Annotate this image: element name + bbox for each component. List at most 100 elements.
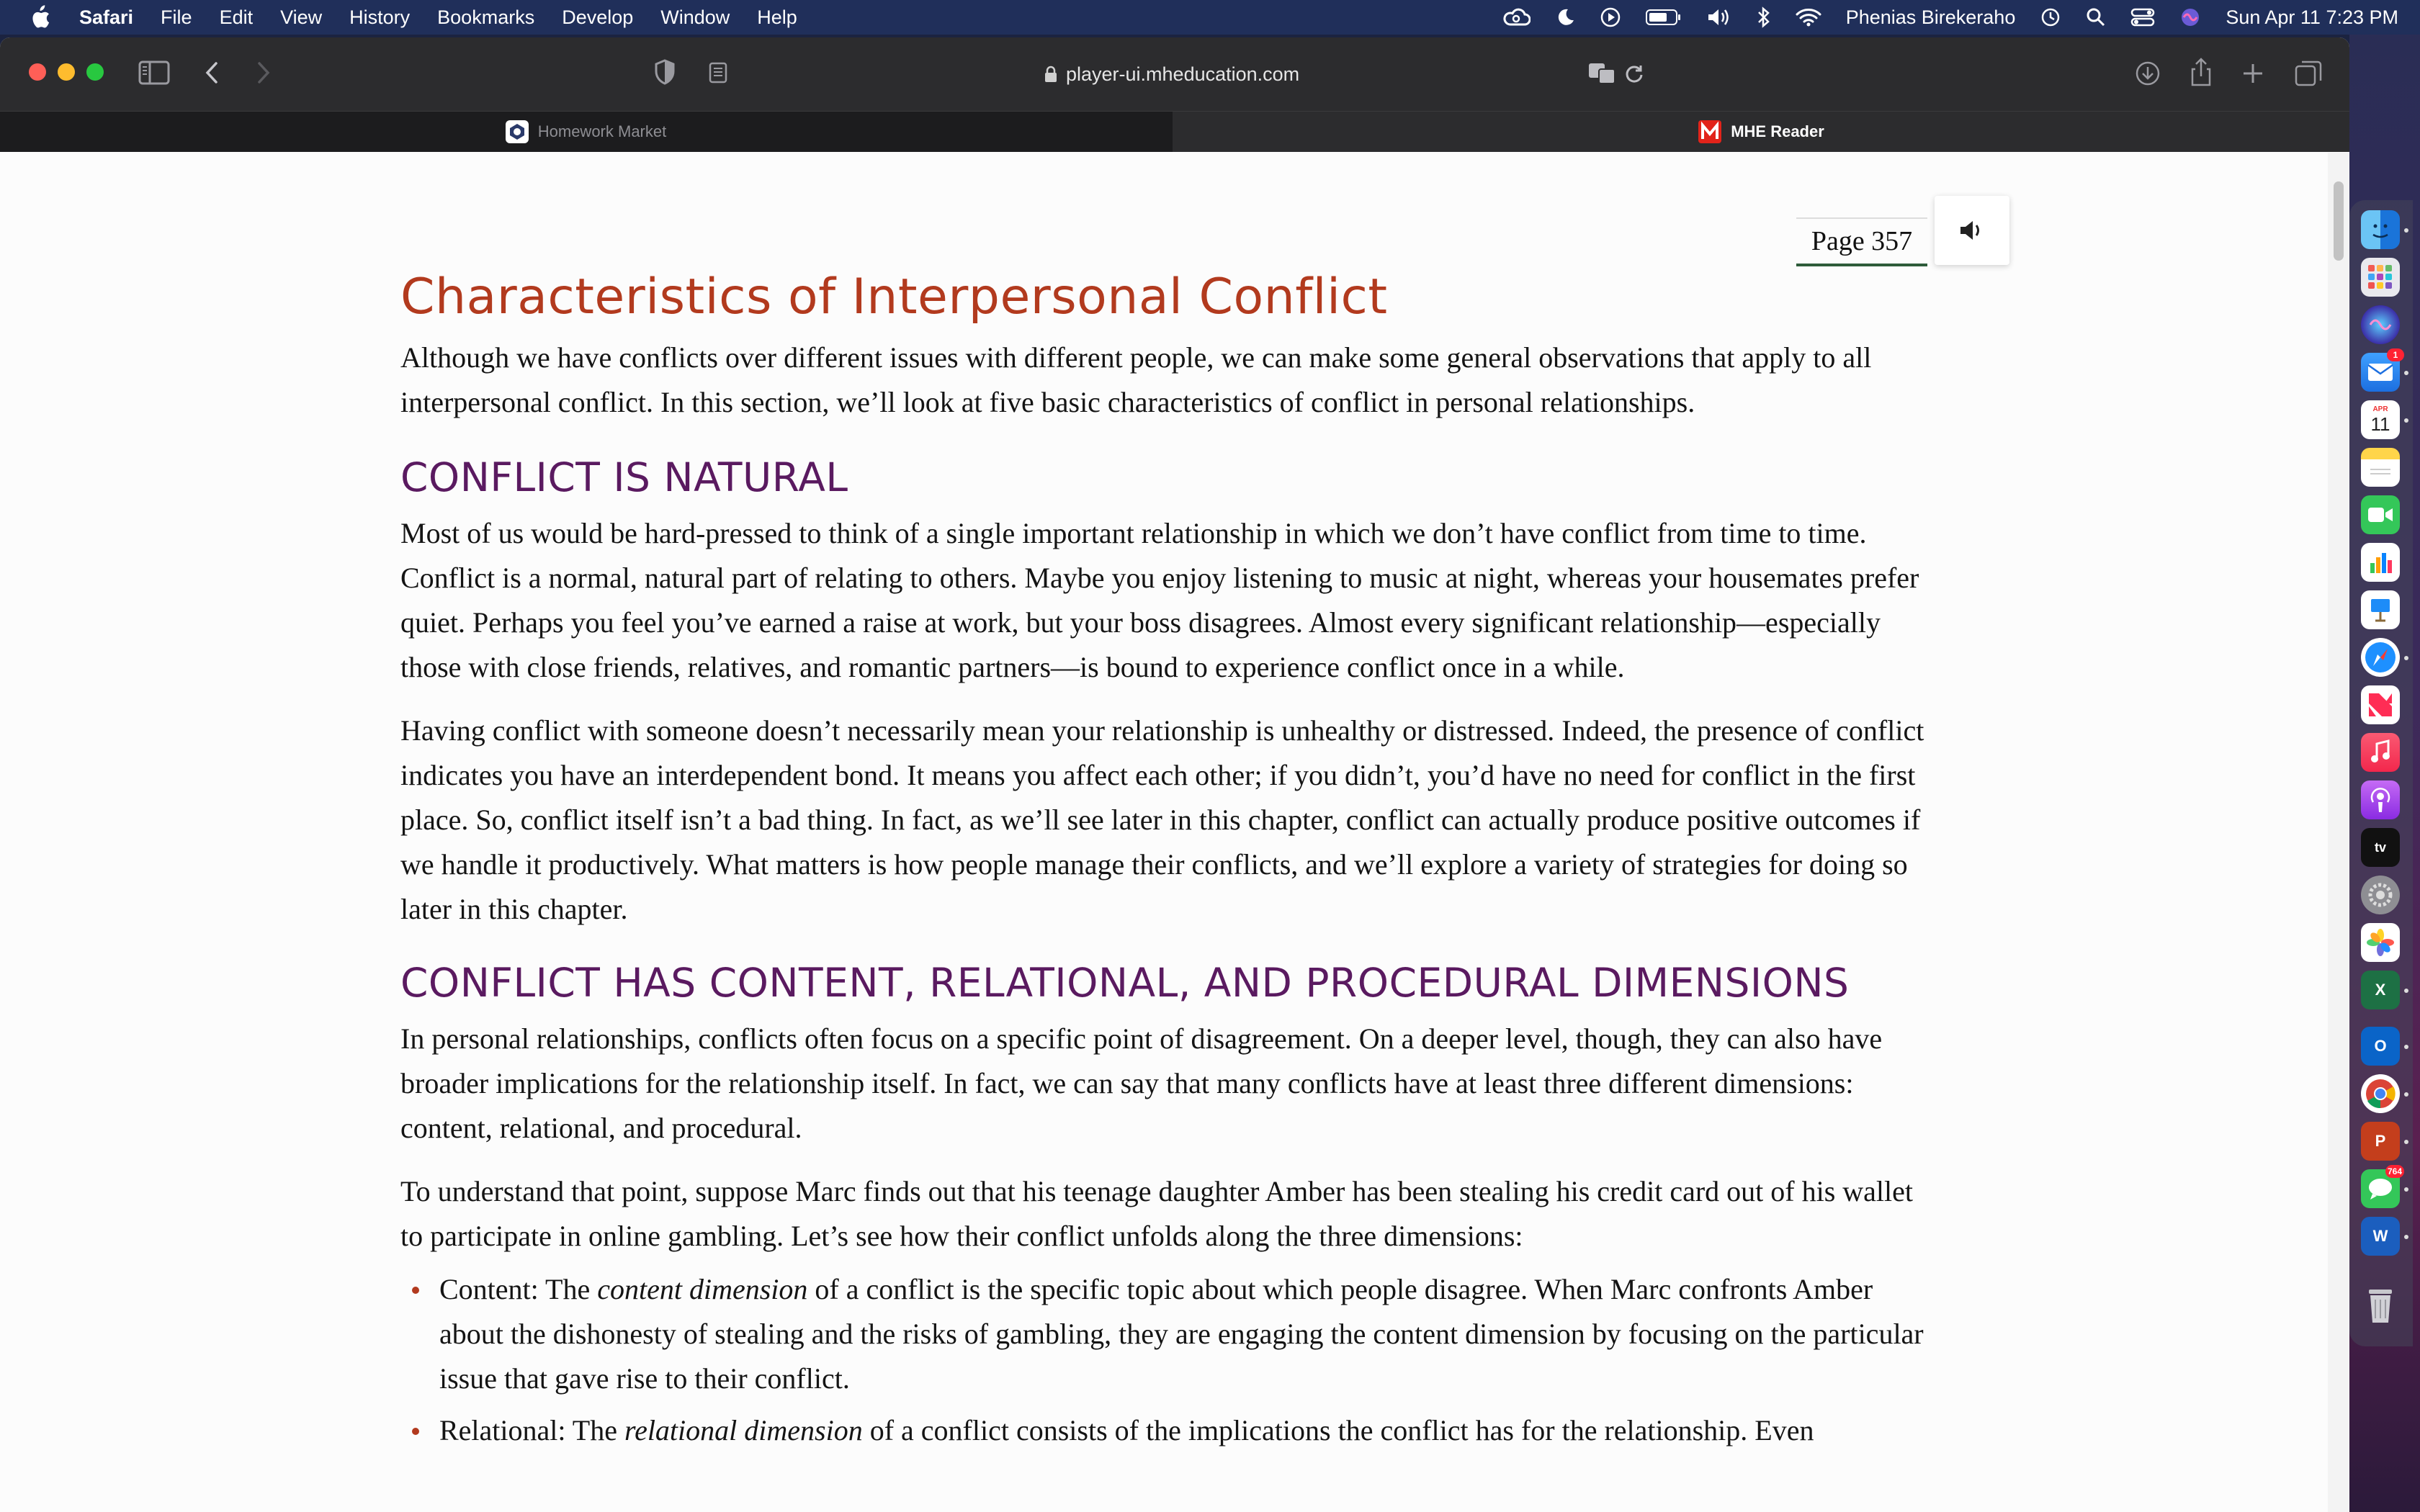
reload-icon[interactable] — [1623, 63, 1644, 84]
bullet-dot — [412, 1286, 419, 1294]
tab-bar: Homework Market MHE Reader — [0, 112, 2349, 152]
safari-icon[interactable] — [2361, 638, 2400, 677]
volume-icon[interactable] — [1706, 7, 1732, 27]
tab-mhe-reader[interactable]: MHE Reader — [1173, 112, 2349, 152]
excel-icon[interactable]: X — [2361, 971, 2400, 1009]
translate-icon[interactable] — [1587, 62, 1616, 85]
apple-tv-icon[interactable]: tv — [2361, 828, 2400, 867]
music-icon[interactable] — [2361, 733, 2400, 772]
word-letter: W — [2372, 1227, 2388, 1245]
messages-icon[interactable]: 764 — [2361, 1165, 2404, 1208]
menu-view[interactable]: View — [280, 6, 322, 29]
zoom-window-button[interactable] — [86, 63, 104, 81]
facetime-icon[interactable] — [2361, 495, 2400, 534]
launchpad-icon[interactable] — [2361, 258, 2400, 297]
calendar-day: 11 — [2370, 413, 2390, 435]
forward-icon[interactable] — [255, 60, 272, 85]
speaker-icon — [1960, 221, 1979, 240]
new-tab-icon[interactable] — [2241, 62, 2264, 85]
sidebar-toggle-icon[interactable] — [138, 60, 170, 85]
homework-market-favicon — [505, 120, 529, 143]
section-heading-conflict-natural: CONFLICT IS NATURAL — [400, 454, 848, 500]
downloads-icon[interactable] — [2135, 60, 2161, 86]
list-item: Relational: The relational dimension of … — [400, 1408, 1935, 1453]
dock: 1 APR 11 tv X O P 764 W — [2349, 200, 2413, 1346]
battery-icon[interactable] — [1645, 9, 1682, 26]
menubar-clock[interactable]: Sun Apr 11 7:23 PM — [2226, 6, 2398, 29]
read-aloud-button[interactable] — [1935, 196, 2009, 265]
scrollbar-thumb[interactable] — [2334, 181, 2344, 261]
apple-tv-label: tv — [2374, 840, 2386, 855]
close-window-button[interactable] — [29, 63, 46, 81]
siri-app-icon[interactable] — [2361, 305, 2400, 344]
word-icon[interactable]: W — [2361, 1217, 2400, 1256]
apple-menu-icon[interactable] — [29, 5, 50, 30]
finder-icon[interactable] — [2361, 210, 2400, 249]
play-icon[interactable] — [1600, 6, 1621, 28]
siri-icon[interactable] — [2179, 6, 2201, 28]
tab-homework-market[interactable]: Homework Market — [0, 112, 1171, 152]
outlook-icon[interactable]: O — [2361, 1027, 2400, 1066]
menu-develop[interactable]: Develop — [562, 6, 633, 29]
bullet-lead: Content: The — [439, 1272, 598, 1305]
wifi-icon[interactable] — [1796, 7, 1821, 27]
bullet-lead: Relational: The — [439, 1413, 624, 1446]
intro-paragraph: Although we have conflicts over differen… — [400, 341, 1872, 418]
body-paragraph: In personal relationships, conflicts oft… — [400, 1022, 1883, 1144]
menu-edit[interactable]: Edit — [220, 6, 254, 29]
control-center-icon[interactable] — [2130, 7, 2155, 27]
news-icon[interactable] — [2361, 685, 2400, 724]
url-text: player-ui.mheducation.com — [1066, 63, 1300, 85]
menu-history[interactable]: History — [349, 6, 410, 29]
reader-content[interactable]: Page 357 Characteristics of Interpersona… — [0, 153, 2328, 1512]
time-machine-icon[interactable] — [2040, 6, 2061, 28]
powerpoint-icon[interactable]: P — [2361, 1122, 2400, 1161]
bullet-term: content dimension — [597, 1272, 808, 1305]
section-heading-conflict-dimensions: CONFLICT HAS CONTENT, RELATIONAL, AND PR… — [400, 959, 1850, 1006]
safari-window: player-ui.mheducation.com Homework Marke… — [0, 37, 2349, 1512]
body-paragraph: Having conflict with someone doesn’t nec… — [400, 714, 1924, 925]
body-paragraph: To understand that point, suppose Marc f… — [400, 1174, 1913, 1252]
menu-app-name[interactable]: Safari — [79, 6, 133, 29]
search-icon[interactable] — [2086, 7, 2106, 27]
trash-icon[interactable] — [2361, 1286, 2400, 1325]
menu-extras: Phenias Birekeraho Sun Apr 11 7:23 PM — [1502, 0, 2398, 35]
notes-icon[interactable] — [2361, 448, 2400, 487]
podcasts-icon[interactable] — [2361, 780, 2400, 819]
menu-file[interactable]: File — [161, 6, 192, 29]
privacy-shield-icon[interactable] — [654, 59, 676, 85]
system-preferences-icon[interactable] — [2361, 876, 2400, 914]
scrollbar[interactable] — [2328, 153, 2349, 1512]
keynote-icon[interactable] — [2361, 590, 2400, 629]
mail-badge: 1 — [2387, 348, 2404, 361]
chapter-section-title: Characteristics of Interpersonal Conflic… — [400, 269, 1388, 325]
powerpoint-letter: P — [2375, 1132, 2386, 1150]
article-body: Characteristics of Interpersonal Conflic… — [400, 268, 1935, 1453]
chrome-icon[interactable] — [2361, 1074, 2400, 1113]
creative-cloud-icon[interactable] — [1502, 7, 1531, 27]
bullet-term: relational dimension — [624, 1413, 863, 1446]
calendar-icon[interactable]: APR 11 — [2361, 400, 2400, 439]
minimize-window-button[interactable] — [58, 63, 75, 81]
bullet-text: of a conflict consists of the implicatio… — [862, 1413, 1814, 1446]
user-name[interactable]: Phenias Birekeraho — [1846, 6, 2016, 29]
bullet-dot — [412, 1427, 419, 1435]
share-icon[interactable] — [2190, 58, 2213, 86]
bluetooth-icon[interactable] — [1757, 6, 1771, 28]
moon-icon[interactable] — [1555, 7, 1575, 27]
mail-icon[interactable]: 1 — [2361, 348, 2404, 392]
list-item: Content: The content dimension of a conf… — [400, 1267, 1935, 1401]
lock-icon — [1045, 66, 1057, 82]
numbers-icon[interactable] — [2361, 543, 2400, 582]
back-icon[interactable] — [203, 60, 220, 85]
reader-view-icon[interactable] — [709, 62, 727, 84]
menu-window[interactable]: Window — [660, 6, 730, 29]
photos-icon[interactable] — [2361, 923, 2400, 962]
menu-bar: Safari File Edit View History Bookmarks … — [0, 0, 2420, 35]
mhe-favicon — [1698, 120, 1722, 143]
messages-badge: 764 — [2385, 1165, 2404, 1178]
menu-bookmarks[interactable]: Bookmarks — [437, 6, 534, 29]
menu-help[interactable]: Help — [757, 6, 797, 29]
address-bar[interactable]: player-ui.mheducation.com — [1044, 62, 1299, 86]
tab-overview-icon[interactable] — [2295, 60, 2322, 86]
